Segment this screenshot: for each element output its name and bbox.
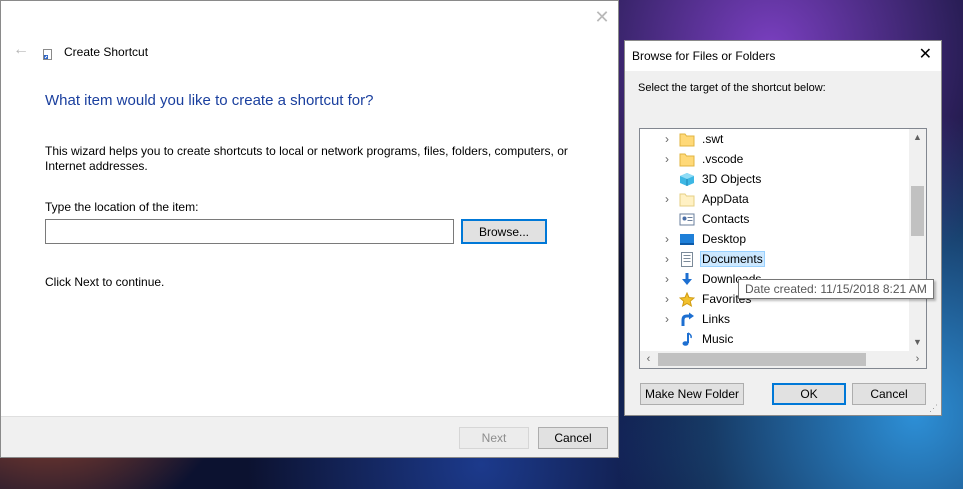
scroll-left-icon[interactable]: ‹ (640, 351, 657, 368)
tree-item-selected[interactable]: › Documents (640, 249, 909, 269)
browse-close-icon[interactable]: ✕ (919, 47, 932, 63)
close-icon[interactable]: ✕ (594, 8, 610, 26)
tree-item-label: Links (702, 312, 731, 326)
tree-item[interactable]: › .swt (640, 129, 909, 149)
tree-item-label: Documents (700, 251, 765, 267)
chevron-right-icon[interactable]: › (663, 312, 671, 326)
desktop-icon (680, 233, 694, 245)
tree-item-label: Desktop (702, 232, 747, 246)
back-arrow-icon[interactable]: ← (13, 41, 29, 59)
wizard-footer: Next Cancel (1, 416, 618, 457)
wizard-title: Create Shortcut (64, 45, 149, 59)
continue-text: Click Next to continue. (45, 275, 165, 289)
browse-titlebar: Browse for Files or Folders ✕ (625, 41, 941, 71)
tree-item[interactable]: › Desktop (640, 229, 909, 249)
tree-item-label: Contacts (702, 212, 750, 226)
browse-cancel-button[interactable]: Cancel (852, 383, 926, 405)
scroll-right-icon[interactable]: › (909, 351, 926, 368)
tree-item-label: .vscode (702, 152, 744, 166)
folder-icon (679, 153, 695, 166)
scroll-thumb[interactable] (658, 353, 866, 366)
music-icon (682, 331, 692, 346)
next-button[interactable]: Next (459, 427, 529, 449)
scroll-up-icon[interactable]: ▲ (909, 129, 926, 146)
3d-objects-icon (680, 172, 694, 186)
contacts-icon (679, 213, 695, 225)
chevron-right-icon[interactable]: › (663, 232, 671, 246)
browse-button[interactable]: Browse... (461, 219, 547, 244)
browse-prompt: Select the target of the shortcut below: (638, 82, 826, 94)
folder-tree[interactable]: › .swt › .vscode 3D Objects › AppData Co… (639, 128, 927, 369)
horizontal-scrollbar[interactable]: ‹ › (640, 351, 926, 368)
chevron-right-icon[interactable]: › (663, 192, 671, 206)
location-input[interactable] (45, 219, 454, 244)
downloads-icon (682, 272, 692, 285)
tree-item[interactable]: › Links (640, 309, 909, 329)
tree-item-label: .swt (702, 132, 724, 146)
documents-icon (681, 251, 693, 267)
browse-title: Browse for Files or Folders (632, 49, 776, 63)
scroll-down-icon[interactable]: ▼ (909, 334, 926, 351)
ok-button[interactable]: OK (772, 383, 846, 405)
chevron-right-icon[interactable]: › (663, 152, 671, 166)
folder-icon (679, 133, 695, 146)
tree-item[interactable]: Contacts (640, 209, 909, 229)
tree-item[interactable]: Music (640, 329, 909, 349)
date-created-tooltip: Date created: 11/15/2018 8:21 AM (738, 279, 934, 299)
tree-item-label: Music (702, 332, 734, 346)
cancel-button[interactable]: Cancel (538, 427, 608, 449)
tree-item[interactable]: 3D Objects (640, 169, 909, 189)
links-icon (681, 312, 694, 326)
make-new-folder-button[interactable]: Make New Folder (640, 383, 744, 405)
chevron-right-icon[interactable]: › (663, 272, 671, 286)
tree-item-label: 3D Objects (702, 172, 762, 186)
resize-grip-icon[interactable]: ⋰ (929, 403, 939, 413)
shortcut-icon (43, 49, 52, 60)
tree-item[interactable]: › AppData (640, 189, 909, 209)
tree-item-label: AppData (702, 192, 749, 206)
browse-dialog: Browse for Files or Folders ✕ Select the… (624, 40, 942, 416)
wizard-heading: What item would you like to create a sho… (45, 92, 374, 109)
folder-icon (679, 193, 695, 206)
create-shortcut-wizard: ✕ ← Create Shortcut What item would you … (0, 0, 619, 458)
tree-item[interactable]: › .vscode (640, 149, 909, 169)
vertical-scrollbar[interactable]: ▲ ▼ (909, 129, 926, 351)
scroll-thumb[interactable] (911, 186, 924, 236)
chevron-right-icon[interactable]: › (663, 132, 671, 146)
favorites-icon (679, 291, 695, 307)
wizard-description: This wizard helps you to create shortcut… (45, 144, 568, 173)
location-label: Type the location of the item: (45, 200, 199, 214)
chevron-right-icon[interactable]: › (663, 252, 671, 266)
chevron-right-icon[interactable]: › (663, 292, 671, 306)
